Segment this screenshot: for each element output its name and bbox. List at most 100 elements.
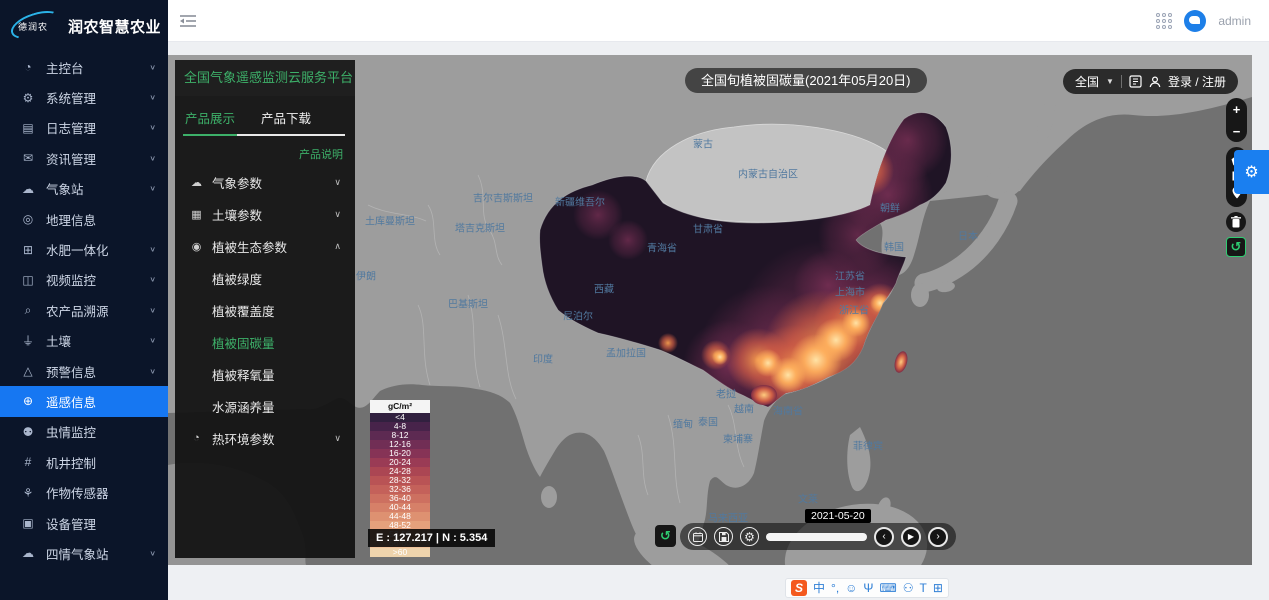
sidebar-item-17[interactable]: ☁四情气象站∨: [0, 538, 168, 568]
date-picker-button[interactable]: [688, 527, 707, 546]
map-title-pill: 全国旬植被固碳量(2021年05月20日): [685, 68, 927, 93]
topbar: admin: [168, 0, 1269, 42]
chevron-down-icon: ∨: [149, 184, 156, 193]
sidebar-item-3[interactable]: ▤日志管理∨: [0, 113, 168, 143]
map-viewport[interactable]: 蒙古内蒙古自治区新疆维吾尔吉尔吉斯斯坦塔吉克斯坦土库曼斯坦伊朗巴基斯坦印度尼泊尔…: [168, 55, 1252, 565]
chinese-mode-icon[interactable]: 中: [813, 582, 825, 594]
punctuation-icon[interactable]: °,: [831, 582, 839, 594]
sidebar-item-15[interactable]: ⚘ 作物传感器: [0, 477, 168, 507]
handwriting-icon[interactable]: ⚇: [903, 582, 914, 594]
timeline-logo-button[interactable]: ↺: [655, 525, 676, 547]
panel-title: 全国气象遥感监测云服务平台: [175, 60, 355, 96]
coordinate-readout: E : 127.217 | N : 5.354: [368, 529, 495, 547]
skin-icon[interactable]: T: [920, 582, 927, 594]
sidebar-item-14[interactable]: #机井控制: [0, 447, 168, 477]
tree-leaf-7[interactable]: 植被释氧量: [175, 358, 355, 390]
alert-icon: △: [20, 364, 36, 378]
sidebar-item-5[interactable]: ☁ 气象站∨: [0, 174, 168, 204]
map-label: 塔吉克斯坦: [455, 220, 505, 235]
tree-group-label: 植被生态参数: [212, 237, 334, 256]
tree-group-2[interactable]: ▦土壤参数∨: [175, 198, 355, 230]
clear-layers-button[interactable]: [1226, 212, 1246, 232]
gear-icon: ⚙: [1244, 162, 1258, 182]
user-icon: [1149, 76, 1161, 88]
device-icon: ▣: [20, 516, 36, 530]
zoom-in-button[interactable]: +: [1233, 103, 1241, 116]
chevron-down-icon: ▼: [1106, 77, 1114, 86]
chevron-down-icon: ∨: [149, 306, 156, 315]
video-icon: ◫: [20, 273, 36, 287]
tree-leaf-4[interactable]: 植被绿度: [175, 262, 355, 294]
avatar[interactable]: [1184, 10, 1206, 32]
panel-tabs: 产品展示 产品下载: [185, 108, 345, 136]
sidebar-item-7[interactable]: ⊞水肥一体化∨: [0, 234, 168, 264]
sogou-logo[interactable]: S: [791, 580, 807, 596]
sidebar-item-label: 设备管理: [46, 514, 156, 533]
product-description-link[interactable]: 产品说明: [175, 146, 343, 162]
play-button[interactable]: ▶: [901, 527, 921, 547]
map-label: 新疆维吾尔: [555, 194, 605, 209]
tab-1[interactable]: 产品展示: [185, 108, 235, 127]
sidebar-item-label: 虫情监控: [46, 422, 156, 441]
manual-book-icon[interactable]: [1129, 75, 1142, 88]
tree-leaf-8[interactable]: 水源涵养量: [175, 390, 355, 422]
toolbox-icon[interactable]: ⊞: [933, 582, 943, 594]
sidebar-item-4[interactable]: ✉资讯管理∨: [0, 143, 168, 173]
weather-station-icon: ☁: [20, 182, 36, 196]
voice-input-icon[interactable]: Ψ: [863, 582, 873, 594]
keyboard-icon[interactable]: ⌨: [879, 582, 896, 594]
sidebar-item-1[interactable]: ◔主控台∨: [0, 52, 168, 82]
crop-sensor-icon: ⚘: [20, 486, 36, 500]
username: admin: [1218, 14, 1251, 28]
sidebar-item-label: 作物传感器: [46, 483, 156, 502]
next-frame-button[interactable]: ›: [928, 527, 948, 547]
map-label: 朝鲜: [880, 200, 900, 215]
sidebar-item-16[interactable]: ▣ 设备管理: [0, 508, 168, 538]
sidebar-item-2[interactable]: ⚙系统管理∨: [0, 82, 168, 112]
save-frame-button[interactable]: [714, 527, 733, 546]
remote-sensing-icon: ⊕: [20, 394, 36, 408]
measure-tool-button[interactable]: ↺: [1226, 237, 1246, 257]
vegetation-param-icon: ◉: [189, 240, 204, 253]
sidebar-item-6[interactable]: ◎地理信息: [0, 204, 168, 234]
sidebar-item-label: 气象站: [46, 179, 149, 198]
sidebar-item-10[interactable]: ⏚ 土壤∨: [0, 326, 168, 356]
sidebar-item-8[interactable]: ◫视频监控∨: [0, 265, 168, 295]
emoji-icon[interactable]: ☺: [845, 582, 857, 594]
apps-grid-icon[interactable]: [1156, 13, 1172, 29]
collapse-sidebar-icon[interactable]: [178, 11, 198, 31]
zoom-out-button[interactable]: −: [1233, 125, 1241, 138]
sidebar-item-label: 土壤: [46, 331, 149, 350]
app-logo[interactable]: 德润农 润农智慧农业: [0, 0, 168, 52]
soil-icon: ⏚: [20, 332, 36, 349]
brand-bird-icon: 德润农: [10, 11, 62, 41]
tree-group-3[interactable]: ◉植被生态参数∧: [175, 230, 355, 262]
chevron-down-icon: ∨: [149, 154, 156, 163]
sidebar-item-9[interactable]: ⌕农产品溯源∨: [0, 295, 168, 325]
login-register-link[interactable]: 登录 / 注册: [1168, 73, 1226, 90]
chevron-down-icon: ∨: [149, 336, 156, 345]
tree-leaf-6[interactable]: 植被固碳量: [175, 326, 355, 358]
timeline-slider[interactable]: [766, 533, 867, 541]
region-selector[interactable]: 全国: [1075, 73, 1099, 90]
map-label: 江苏省: [835, 268, 865, 283]
tab-2[interactable]: 产品下载: [261, 108, 311, 127]
app-title: 润农智慧农业: [68, 16, 161, 37]
tree-group-9[interactable]: ◔热环境参数∨: [175, 422, 355, 454]
sidebar-item-13[interactable]: ⚉虫情监控: [0, 417, 168, 447]
chevron-down-icon: ∨: [149, 124, 156, 133]
sidebar-item-label: 四情气象站: [46, 544, 149, 563]
previous-frame-button[interactable]: ‹: [874, 527, 894, 547]
map-label: 缅甸: [673, 416, 693, 431]
sidebar-item-12[interactable]: ⊕遥感信息: [0, 386, 168, 416]
sidebar-item-11[interactable]: △预警信息∨: [0, 356, 168, 386]
slider-date-tooltip: 2021-05-20: [805, 509, 871, 523]
timeline-settings-button[interactable]: ⚙: [740, 527, 759, 546]
system-icon: ⚙: [20, 91, 36, 105]
chevron-down-icon: ∨: [149, 549, 156, 558]
map-label: 巴基斯坦: [448, 296, 488, 311]
sidebar-item-label: 视频监控: [46, 270, 149, 289]
map-settings-tab[interactable]: ⚙: [1234, 150, 1269, 194]
tree-group-1[interactable]: ☁气象参数∨: [175, 166, 355, 198]
tree-leaf-5[interactable]: 植被覆盖度: [175, 294, 355, 326]
